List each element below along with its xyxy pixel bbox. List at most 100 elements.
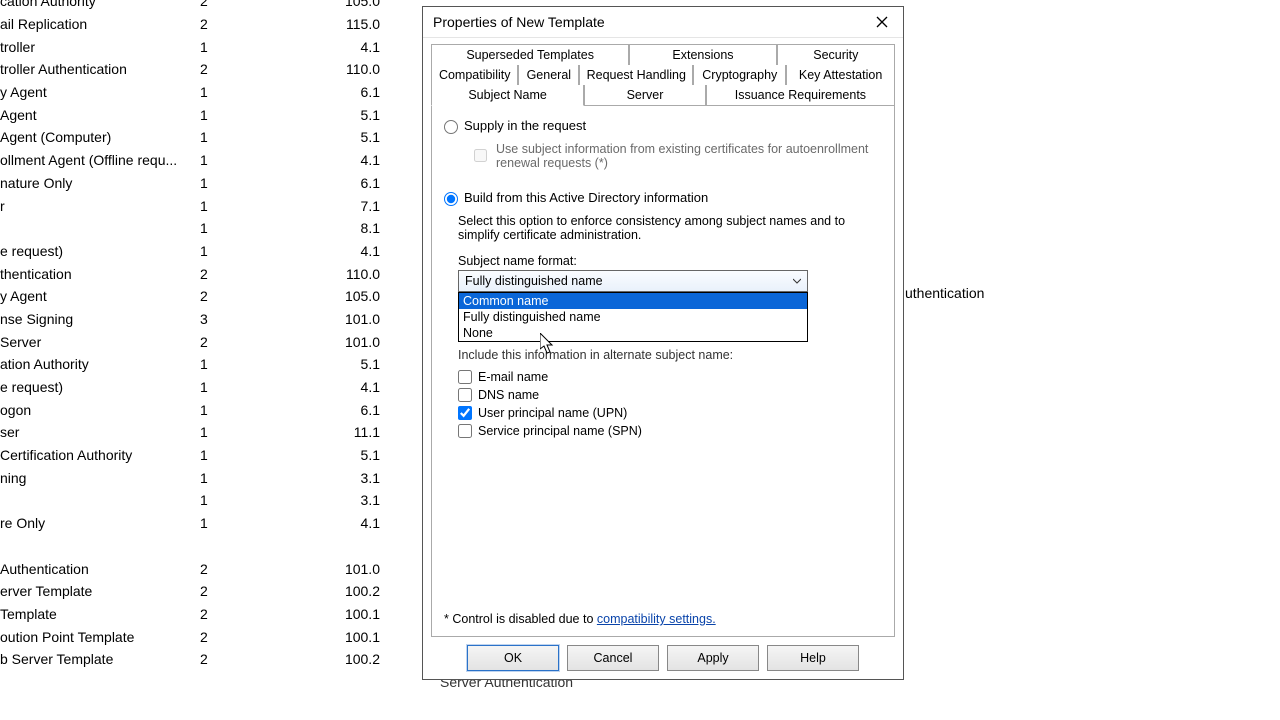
- bg-cell-1: 1: [200, 515, 300, 531]
- use-subject-info-option: Use subject information from existing ce…: [470, 142, 882, 170]
- upn-option[interactable]: User principal name (UPN): [458, 406, 882, 420]
- bg-cell-name: nse Signing: [0, 311, 200, 327]
- bg-row[interactable]: e request)14.1: [0, 376, 420, 399]
- tab-general[interactable]: General: [518, 65, 579, 85]
- bg-row[interactable]: ser111.1: [0, 421, 420, 444]
- bg-cell-1: 1: [200, 220, 300, 236]
- bg-cell-1: 2: [200, 266, 300, 282]
- bg-row[interactable]: nse Signing3101.0: [0, 308, 420, 331]
- bg-row[interactable]: 18.1: [0, 217, 420, 240]
- bg-row[interactable]: y Agent16.1: [0, 81, 420, 104]
- bg-row[interactable]: Authentication2101.0: [0, 557, 420, 580]
- bg-cell-1: 2: [200, 583, 300, 599]
- bg-row[interactable]: cation Authority2105.0: [0, 0, 420, 13]
- spn-option[interactable]: Service principal name (SPN): [458, 424, 882, 438]
- tab-subject-name[interactable]: Subject Name: [431, 85, 584, 106]
- bg-row[interactable]: ogon16.1: [0, 398, 420, 421]
- bg-cell-2: 101.0: [300, 334, 386, 350]
- combo-dropdown-list[interactable]: Common nameFully distinguished nameNone: [458, 292, 808, 342]
- compat-footnote: * Control is disabled due to compatibili…: [444, 612, 716, 626]
- subject-name-format-combo[interactable]: Fully distinguished name Common nameFull…: [458, 270, 808, 292]
- bg-cell-2: 5.1: [300, 107, 386, 123]
- bg-row[interactable]: ollment Agent (Offline requ...14.1: [0, 149, 420, 172]
- close-button[interactable]: [861, 7, 903, 37]
- spn-checkbox[interactable]: [458, 424, 472, 438]
- bg-cell-2: 110.0: [300, 266, 386, 282]
- dns-name-option[interactable]: DNS name: [458, 388, 882, 402]
- tab-request-handling[interactable]: Request Handling: [579, 65, 693, 85]
- bg-cell-name: oution Point Template: [0, 629, 200, 645]
- tab-compatibility[interactable]: Compatibility: [431, 65, 518, 85]
- bg-cell-name: e request): [0, 379, 200, 395]
- tab-security[interactable]: Security: [777, 44, 895, 65]
- email-label: E-mail name: [478, 370, 548, 384]
- bg-cell-2: 101.0: [300, 561, 386, 577]
- bg-cell-2: 5.1: [300, 447, 386, 463]
- tab-issuance-requirements[interactable]: Issuance Requirements: [706, 85, 895, 106]
- bg-cell-name: ation Authority: [0, 356, 200, 372]
- tab-extensions[interactable]: Extensions: [629, 44, 776, 65]
- bg-cell-name: y Agent: [0, 84, 200, 100]
- bg-row[interactable]: ail Replication2115.0: [0, 13, 420, 36]
- supply-in-request-option[interactable]: Supply in the request: [444, 118, 882, 134]
- upn-checkbox[interactable]: [458, 406, 472, 420]
- bg-cell-2: 4.1: [300, 515, 386, 531]
- tab-server[interactable]: Server: [584, 85, 706, 106]
- bg-cell-name: Server: [0, 334, 200, 350]
- dns-checkbox[interactable]: [458, 388, 472, 402]
- email-name-option[interactable]: E-mail name: [458, 370, 882, 384]
- combo-box[interactable]: Fully distinguished name: [458, 270, 808, 292]
- bg-row[interactable]: thentication2110.0: [0, 262, 420, 285]
- bg-row[interactable]: r17.1: [0, 194, 420, 217]
- titlebar: Properties of New Template: [423, 7, 903, 38]
- bg-row[interactable]: Agent (Computer)15.1: [0, 126, 420, 149]
- email-checkbox[interactable]: [458, 370, 472, 384]
- chevron-down-icon[interactable]: [787, 271, 807, 291]
- tab-key-attestation[interactable]: Key Attestation: [786, 65, 895, 85]
- bg-cell-1: 1: [200, 470, 300, 486]
- dialog-buttons: OK Cancel Apply Help: [423, 637, 903, 681]
- bg-row[interactable]: b Server Template2100.2: [0, 648, 420, 671]
- bg-cell-1: 2: [200, 629, 300, 645]
- bg-cell-1: 2: [200, 334, 300, 350]
- bg-cell-1: 1: [200, 198, 300, 214]
- tab-cryptography[interactable]: Cryptography: [693, 65, 786, 85]
- bg-cell-2: 115.0: [300, 16, 386, 32]
- bg-cell-2: 3.1: [300, 492, 386, 508]
- compatibility-settings-link[interactable]: compatibility settings.: [597, 612, 716, 626]
- bg-row[interactable]: nature Only16.1: [0, 172, 420, 195]
- bg-row[interactable]: Agent15.1: [0, 103, 420, 126]
- help-button[interactable]: Help: [767, 645, 859, 671]
- bg-cell-1: 1: [200, 129, 300, 145]
- bg-cell-name: erver Template: [0, 583, 200, 599]
- subject-name-format-label: Subject name format:: [458, 254, 882, 268]
- bg-row[interactable]: troller14.1: [0, 35, 420, 58]
- bg-row[interactable]: ning13.1: [0, 466, 420, 489]
- bg-row[interactable]: troller Authentication2110.0: [0, 58, 420, 81]
- build-radio[interactable]: [444, 192, 458, 206]
- cancel-button[interactable]: Cancel: [567, 645, 659, 671]
- bg-row[interactable]: Server2101.0: [0, 330, 420, 353]
- combo-option[interactable]: Common name: [459, 293, 807, 309]
- bg-row[interactable]: oution Point Template2100.1: [0, 625, 420, 648]
- bg-row[interactable]: re Only14.1: [0, 512, 420, 535]
- bg-cell-name: b Server Template: [0, 651, 200, 667]
- combo-option[interactable]: Fully distinguished name: [459, 309, 807, 325]
- bg-cell-name: ning: [0, 470, 200, 486]
- supply-radio[interactable]: [444, 120, 458, 134]
- use-subject-info-label: Use subject information from existing ce…: [496, 142, 882, 170]
- bg-row[interactable]: Certification Authority15.1: [0, 444, 420, 467]
- combo-option[interactable]: None: [459, 325, 807, 341]
- bg-row[interactable]: Template2100.1: [0, 603, 420, 626]
- bg-row[interactable]: ation Authority15.1: [0, 353, 420, 376]
- bg-row[interactable]: erver Template2100.2: [0, 580, 420, 603]
- apply-button[interactable]: Apply: [667, 645, 759, 671]
- bg-row[interactable]: y Agent2105.0: [0, 285, 420, 308]
- tab-superseded-templates[interactable]: Superseded Templates: [431, 44, 629, 65]
- bg-row[interactable]: e request)14.1: [0, 240, 420, 263]
- bg-row[interactable]: [0, 535, 420, 558]
- build-from-ad-option[interactable]: Build from this Active Directory informa…: [444, 190, 882, 206]
- spn-label: Service principal name (SPN): [478, 424, 642, 438]
- ok-button[interactable]: OK: [467, 645, 559, 671]
- bg-row[interactable]: 13.1: [0, 489, 420, 512]
